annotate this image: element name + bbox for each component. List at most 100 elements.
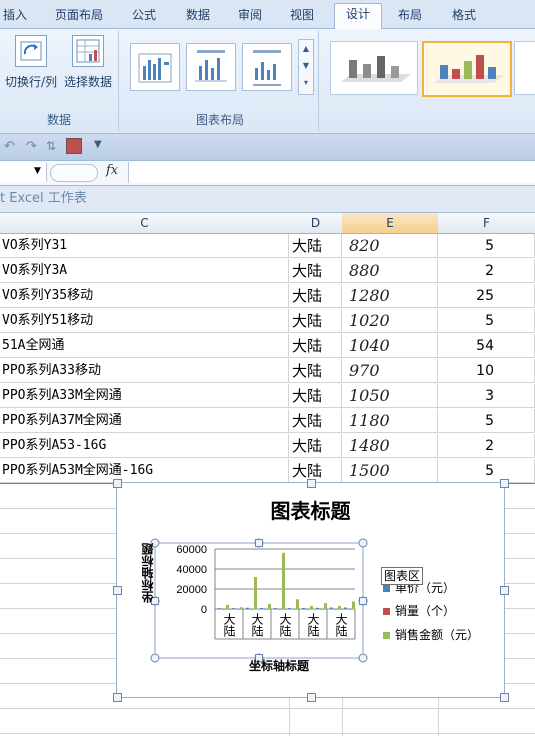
cell-product[interactable]: 51A全网通 [0, 334, 289, 358]
chart-style-2-thumbnail[interactable] [422, 41, 512, 97]
tab-design[interactable]: 设计 [334, 3, 382, 29]
tab-format[interactable]: 格式 [444, 5, 484, 27]
plot-area-handle[interactable] [358, 538, 368, 548]
chart-resize-handle-bottom[interactable] [307, 693, 316, 702]
chart-resize-handle-br[interactable] [500, 693, 509, 702]
cell-quantity[interactable]: 2 [438, 434, 535, 458]
name-box[interactable]: ▼ [0, 163, 47, 182]
bar-unit-price [260, 607, 263, 609]
cell-product[interactable]: PPO系列A33移动 [0, 359, 289, 383]
cell-price[interactable]: 820 [342, 234, 438, 258]
cell-price[interactable]: 1020 [342, 309, 438, 333]
chart-resize-handle-tl[interactable] [113, 479, 122, 488]
plot-area-handle[interactable] [358, 653, 368, 663]
legend-swatch-amount [383, 632, 390, 639]
legend-item-quantity[interactable]: 销量（个） [383, 602, 455, 619]
chart-style-3-thumbnail[interactable] [514, 41, 535, 95]
cell-quantity[interactable]: 5 [438, 234, 535, 258]
cell-price[interactable]: 1500 [342, 459, 438, 483]
select-data-button[interactable]: 选择数据 [60, 35, 116, 90]
plot-area-edge-handle[interactable] [255, 539, 263, 547]
cell-price[interactable]: 880 [342, 259, 438, 283]
formula-input[interactable] [128, 162, 535, 183]
cell-region[interactable]: 大陆 [289, 309, 342, 333]
tab-review[interactable]: 审阅 [230, 5, 270, 27]
cell-region[interactable]: 大陆 [289, 259, 342, 283]
plot-area-handle[interactable] [150, 653, 160, 663]
tab-page-layout[interactable]: 页面布局 [50, 5, 108, 27]
tab-layout[interactable]: 布局 [390, 5, 430, 27]
cell-quantity[interactable]: 5 [438, 309, 535, 333]
cell-quantity[interactable]: 3 [438, 384, 535, 408]
chart-resize-handle-bl[interactable] [113, 693, 122, 702]
column-header-d[interactable]: D [289, 213, 343, 234]
cell-product[interactable]: VO系列Y3A [0, 259, 289, 283]
chart-layout-1-thumbnail[interactable] [130, 43, 180, 91]
cell-price[interactable]: 1280 [342, 284, 438, 308]
cell-product[interactable]: PPO系列A53-16G [0, 434, 289, 458]
cell-product[interactable]: PPO系列A53M全网通-16G [0, 459, 289, 483]
cell-quantity[interactable]: 2 [438, 259, 535, 283]
cell-region[interactable]: 大陆 [289, 234, 342, 258]
cell-quantity[interactable]: 25 [438, 284, 535, 308]
bar-amount [310, 605, 313, 609]
chart-layout-3-thumbnail[interactable] [242, 43, 292, 91]
chart-wizard-icon[interactable] [66, 138, 82, 154]
x-axis-title[interactable]: 坐标轴标题 [249, 657, 309, 674]
cell-region[interactable]: 大陆 [289, 334, 342, 358]
cell-quantity[interactable]: 10 [438, 359, 535, 383]
cell-region[interactable]: 大陆 [289, 384, 342, 408]
formula-bar-grip[interactable] [50, 164, 98, 182]
switch-row-column-button[interactable]: 切换行/列 [2, 35, 60, 90]
insert-function-icon[interactable]: fx [106, 163, 118, 178]
y-axis-title[interactable]: 坐标轴标题 [139, 543, 155, 603]
chart-resize-handle-top[interactable] [307, 479, 316, 488]
redo-icon[interactable]: ↷ [26, 139, 37, 154]
undo-icon[interactable]: ↶ [4, 139, 15, 154]
legend-item-amount[interactable]: 销售金额（元） [383, 626, 479, 643]
chart-resize-handle-left[interactable] [113, 586, 122, 595]
cell-product[interactable]: PPO系列A37M全网通 [0, 409, 289, 433]
column-header-e[interactable]: E [342, 213, 439, 234]
cell-region[interactable]: 大陆 [289, 409, 342, 433]
cell-product[interactable]: VO系列Y51移动 [0, 309, 289, 333]
cell-product[interactable]: VO系列Y35移动 [0, 284, 289, 308]
name-box-dropdown-icon[interactable]: ▼ [34, 166, 41, 176]
chart-area[interactable]: 图表标题 0 20000 40000 60000 大陆 大陆 大陆 大陆 大陆 坐标轴标题 坐标… [113, 479, 509, 702]
customize-toolbar-icon[interactable]: ▼ [94, 139, 102, 150]
gallery-more-icon[interactable]: ▾ [299, 74, 313, 91]
cell-price[interactable]: 970 [342, 359, 438, 383]
cell-product[interactable]: VO系列Y31 [0, 234, 289, 258]
plot-area-edge-handle[interactable] [359, 597, 367, 605]
cell-quantity[interactable]: 5 [438, 459, 535, 483]
tab-view[interactable]: 视图 [282, 5, 322, 27]
column-header-f[interactable]: F [438, 213, 535, 234]
bar-amount [296, 599, 299, 609]
cell-product[interactable]: PPO系列A33M全网通 [0, 384, 289, 408]
sort-icon[interactable]: ⇅ [46, 139, 56, 153]
cell-region[interactable]: 大陆 [289, 284, 342, 308]
select-data-icon [72, 35, 104, 67]
column-header-c[interactable]: C [0, 213, 290, 234]
cell-price[interactable]: 1040 [342, 334, 438, 358]
bar-amount [324, 603, 327, 609]
bar-amount [254, 577, 257, 609]
cell-price[interactable]: 1180 [342, 409, 438, 433]
chart-resize-handle-tr[interactable] [500, 479, 509, 488]
cell-quantity[interactable]: 54 [438, 334, 535, 358]
layout-gallery-scroller[interactable]: ▲ ▼ ▾ [298, 39, 314, 95]
chart-resize-handle-right[interactable] [500, 586, 509, 595]
cell-region[interactable]: 大陆 [289, 359, 342, 383]
scroll-down-icon[interactable]: ▼ [299, 57, 313, 74]
cell-region[interactable]: 大陆 [289, 434, 342, 458]
cell-price[interactable]: 1480 [342, 434, 438, 458]
scroll-up-icon[interactable]: ▲ [299, 40, 313, 57]
cell-price[interactable]: 1050 [342, 384, 438, 408]
x-tick-label: 大陆 [334, 613, 348, 637]
tab-insert[interactable]: 插入 [0, 5, 30, 27]
tab-data[interactable]: 数据 [178, 5, 218, 27]
cell-quantity[interactable]: 5 [438, 409, 535, 433]
chart-layout-2-thumbnail[interactable] [186, 43, 236, 91]
tab-formulas[interactable]: 公式 [124, 5, 164, 27]
chart-style-1-thumbnail[interactable] [330, 41, 418, 95]
